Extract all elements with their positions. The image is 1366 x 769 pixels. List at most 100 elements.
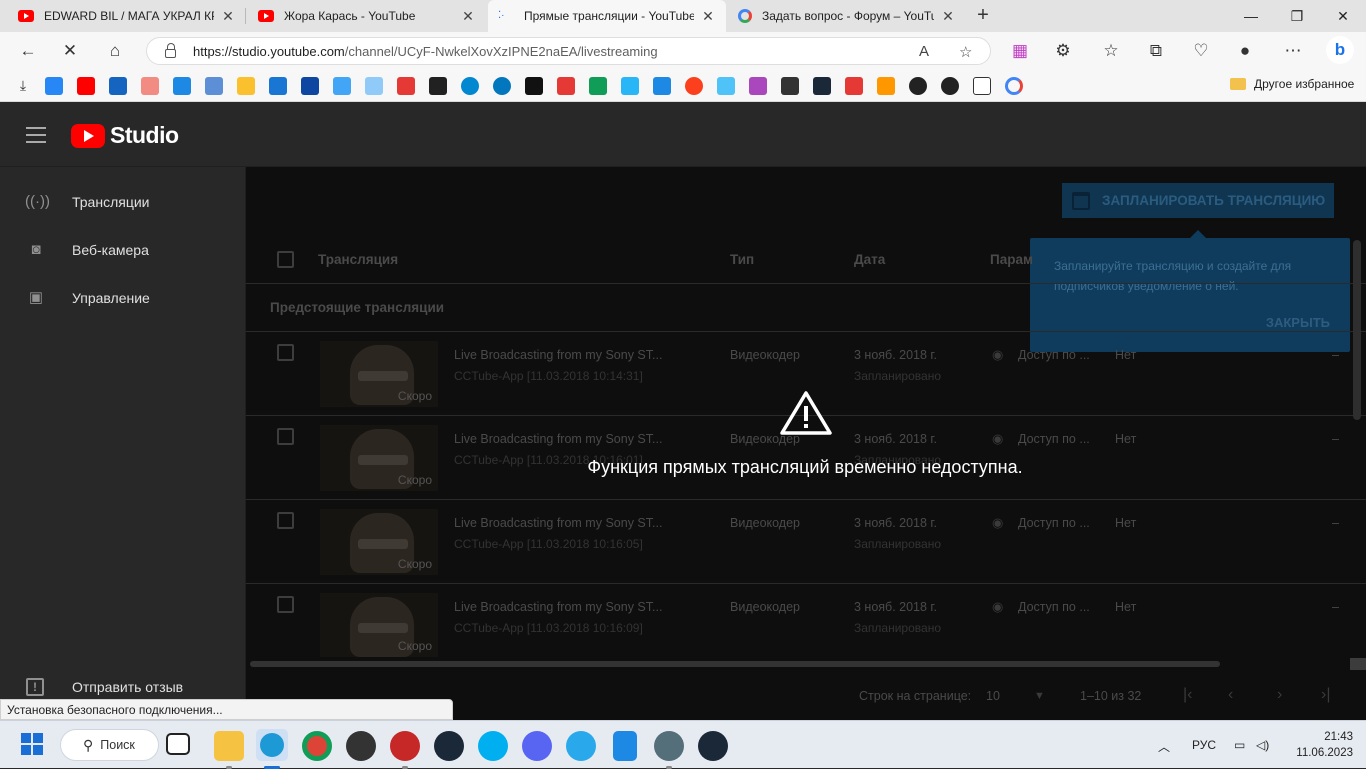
broadcast-title[interactable]: Live Broadcasting from my Sony ST... [454, 432, 662, 446]
mail2-bookmark-icon[interactable] [141, 77, 159, 95]
address-bar[interactable]: https://studio.youtube.com/channel/UCyF-… [146, 37, 991, 65]
home-icon[interactable]: ⌂ [104, 40, 126, 62]
column-header-date[interactable]: Дата [854, 252, 885, 267]
rows-per-page-select[interactable]: 10 [986, 689, 1000, 703]
sidebar-item-webcam[interactable]: ◙ Веб-камера [0, 226, 246, 274]
bookmark-icon[interactable] [589, 77, 607, 95]
last-page-icon[interactable]: ›| [1321, 686, 1330, 704]
browser-tab-3-active[interactable]: ⁚· Прямые трансляции - YouTube ✕ [488, 0, 726, 32]
stop-loading-icon[interactable]: ✕ [59, 40, 81, 62]
volume-icon[interactable]: ◁) [1256, 738, 1269, 752]
discord-icon[interactable] [522, 731, 552, 761]
bookmark-icon[interactable] [877, 77, 895, 95]
row-checkbox[interactable] [277, 344, 294, 361]
video-thumbnail[interactable]: Скоро [320, 341, 438, 407]
bookmark-icon[interactable] [525, 77, 543, 95]
edge-taskbar-button[interactable] [256, 729, 288, 769]
extensions-icon[interactable]: ⚙ [1052, 40, 1074, 62]
column-header-broadcast[interactable]: Трансляция [318, 252, 398, 267]
close-tab-icon[interactable]: ✕ [700, 8, 716, 25]
downloads-bookmark-icon[interactable]: ⤓ [14, 77, 32, 95]
google-bookmark-icon[interactable] [1005, 77, 1023, 95]
collections-icon[interactable]: ⧉ [1145, 40, 1167, 62]
back-icon[interactable]: ← [17, 40, 39, 62]
broadcast-access[interactable]: Доступ по ... [1018, 600, 1090, 614]
bookmark-icon[interactable] [429, 77, 447, 95]
column-header-params[interactable]: Парам [990, 252, 1033, 267]
close-window-button[interactable]: ✕ [1320, 0, 1366, 32]
language-indicator[interactable]: РУС [1192, 738, 1216, 752]
page-bookmark-icon[interactable] [973, 77, 991, 95]
browser-tab-4[interactable]: Задать вопрос - Форум – YouTu ✕ [728, 0, 966, 32]
broadcast-access[interactable]: Доступ по ... [1018, 348, 1090, 362]
bookmark-icon[interactable] [397, 77, 415, 95]
settings-icon[interactable] [654, 731, 684, 769]
broadcast-title[interactable]: Live Broadcasting from my Sony ST... [454, 516, 662, 530]
send-feedback[interactable]: ! Отправить отзыв [0, 675, 246, 699]
column-header-type[interactable]: Тип [730, 252, 754, 267]
row-checkbox[interactable] [277, 596, 294, 613]
steam-icon[interactable] [434, 731, 464, 761]
broadcast-title[interactable]: Live Broadcasting from my Sony ST... [454, 600, 662, 614]
studio-logo[interactable]: Studio [71, 122, 179, 149]
vk-bookmark-icon[interactable] [45, 77, 63, 95]
steam-bookmark-icon[interactable] [813, 77, 831, 95]
close-tab-icon[interactable]: ✕ [940, 8, 956, 25]
bookmark-icon[interactable] [717, 77, 735, 95]
broadcast-access[interactable]: Доступ по ... [1018, 516, 1090, 530]
browser-tab-1[interactable]: EDWARD BIL / МАГА УКРАЛ КРА ✕ [8, 0, 246, 32]
bookmark-icon[interactable] [173, 77, 191, 95]
bookmark-icon[interactable] [749, 77, 767, 95]
taskbar-search[interactable]: ⚲ Поиск [60, 729, 159, 761]
schedule-stream-button[interactable]: ЗАПЛАНИРОВАТЬ ТРАНСЛЯЦИЮ [1062, 183, 1334, 218]
chevron-down-icon[interactable]: ▼ [1034, 690, 1045, 702]
video-thumbnail[interactable]: Скоро [320, 593, 438, 657]
cloud-bookmark-icon[interactable] [493, 77, 511, 95]
bookmark-icon[interactable] [781, 77, 799, 95]
extension-icon[interactable]: ▦ [1009, 40, 1031, 62]
youtube-bookmark-icon[interactable] [77, 77, 95, 95]
chrome-icon[interactable] [302, 731, 332, 761]
telegram-icon[interactable] [566, 731, 596, 761]
minimize-button[interactable]: — [1228, 0, 1274, 32]
media-player-icon[interactable] [390, 731, 420, 769]
horizontal-scrollbar[interactable] [250, 661, 1220, 667]
bookmark-icon[interactable] [653, 77, 671, 95]
select-all-checkbox[interactable] [277, 251, 294, 268]
new-tab-button[interactable]: + [972, 4, 994, 28]
prev-page-icon[interactable]: ‹ [1228, 686, 1233, 704]
tooltip-close-button[interactable]: ЗАКРЫТЬ [1266, 315, 1330, 330]
skype-icon[interactable] [478, 731, 508, 761]
bookmark-icon[interactable] [621, 77, 639, 95]
vertical-scrollbar[interactable] [1353, 240, 1361, 420]
obs-icon[interactable] [346, 731, 376, 761]
profile-icon[interactable]: ● [1234, 40, 1256, 62]
bing-chat-icon[interactable]: b [1326, 36, 1354, 64]
windows-start-icon[interactable] [21, 733, 43, 755]
bookmark-icon[interactable] [237, 77, 255, 95]
row-checkbox[interactable] [277, 428, 294, 445]
favorites-icon[interactable]: ☆ [1100, 40, 1122, 62]
bookmark-icon[interactable] [269, 77, 287, 95]
sidebar-item-manage[interactable]: ▣ Управление [0, 274, 246, 322]
taskbar-clock[interactable]: 21:43 11.06.2023 [1283, 729, 1353, 761]
notepad-icon[interactable] [613, 731, 637, 761]
chevron-up-icon[interactable]: ︿ [1158, 738, 1170, 755]
add-favorite-icon[interactable]: ☆ [959, 43, 972, 61]
row-checkbox[interactable] [277, 512, 294, 529]
bookmark-icon[interactable] [365, 77, 383, 95]
mail-bookmark-icon[interactable] [109, 77, 127, 95]
network-icon[interactable]: ▭ [1234, 738, 1245, 752]
other-favorites-folder[interactable]: Другое избранное [1230, 77, 1354, 91]
next-page-icon[interactable]: › [1277, 686, 1282, 704]
video-thumbnail[interactable]: Скоро [320, 509, 438, 575]
browser-tab-2[interactable]: Жора Карась - YouTube ✕ [248, 0, 486, 32]
close-tab-icon[interactable]: ✕ [460, 8, 476, 25]
cloud-bookmark-icon[interactable] [461, 77, 479, 95]
steam-icon[interactable] [698, 731, 728, 761]
bookmark-icon[interactable] [301, 77, 319, 95]
read-aloud-icon[interactable]: A [919, 43, 929, 60]
close-tab-icon[interactable]: ✕ [220, 8, 236, 25]
bookmark-icon[interactable] [845, 77, 863, 95]
bookmark-icon[interactable] [333, 77, 351, 95]
